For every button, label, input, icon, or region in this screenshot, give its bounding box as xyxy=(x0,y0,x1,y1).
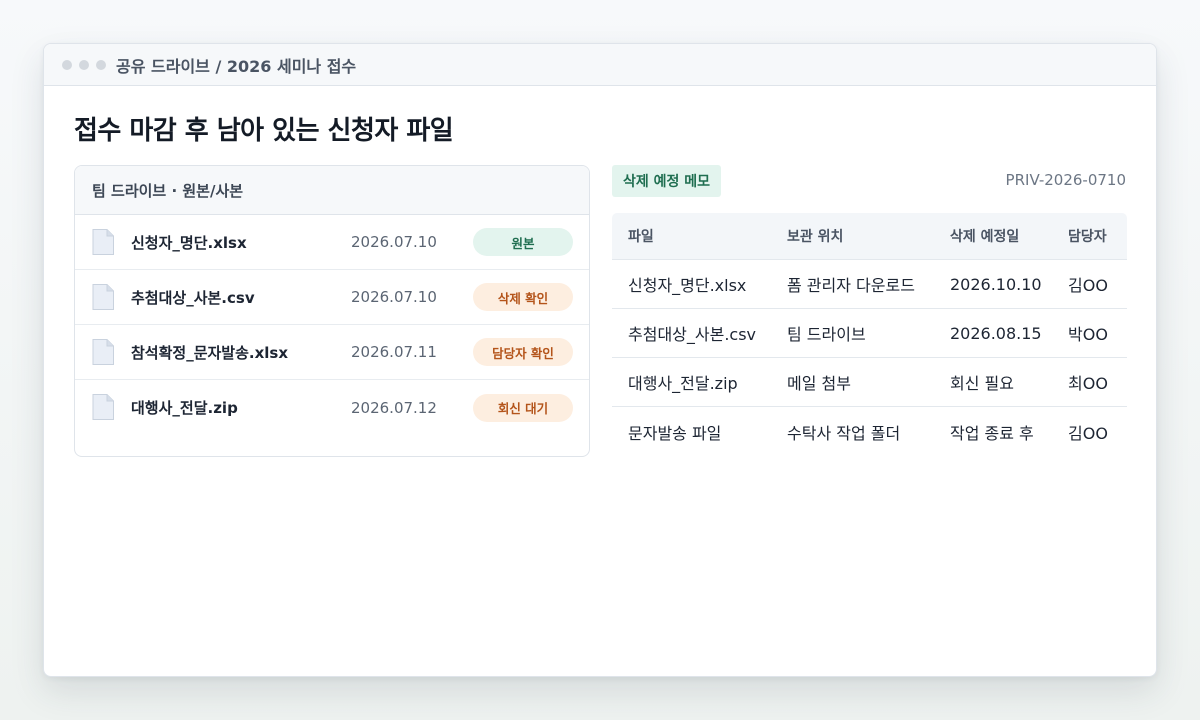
file-icon xyxy=(92,339,114,365)
file-row[interactable]: 참석확정_문자발송.xlsx 2026.07.11 담당자 확인 xyxy=(75,325,589,380)
file-icon xyxy=(92,284,114,310)
page-title: 접수 마감 후 남아 있는 신청자 파일 xyxy=(74,116,454,146)
status-badge: 원본 xyxy=(473,228,573,256)
drive-file-panel: 팀 드라이브 · 원본/사본 신청자_명단.xlsx 2026.07.10 원본… xyxy=(74,165,590,457)
file-name[interactable]: 추첨대상_사본.csv xyxy=(131,287,255,308)
memo-tag: 삭제 예정 메모 xyxy=(612,165,722,197)
cell-location: 메일 첨부 xyxy=(787,374,851,393)
minimize-window-button[interactable] xyxy=(79,59,89,70)
status-badge: 회신 대기 xyxy=(473,393,573,422)
maximize-window-button[interactable] xyxy=(96,59,106,70)
cell-owner: 최OO xyxy=(1068,374,1108,393)
status-badge: 담당자 확인 xyxy=(473,338,573,366)
table-header: 파일 보관 위치 삭제 예정일 담당자 xyxy=(612,213,1127,260)
document-id: PRIV-2026-0710 xyxy=(1005,171,1126,189)
breadcrumb[interactable]: 공유 드라이브 / 2026 세미나 접수 xyxy=(116,53,356,77)
window-controls xyxy=(62,59,106,70)
file-date: 2026.07.12 xyxy=(351,398,437,417)
cell-owner: 박OO xyxy=(1068,325,1108,344)
table-row: 추첨대상_사본.csv 팀 드라이브 2026.08.15 박OO xyxy=(612,309,1127,358)
panel-header: 팀 드라이브 · 원본/사본 xyxy=(75,166,589,215)
table-row: 대행사_전달.zip 메일 첨부 회신 필요 최OO xyxy=(612,358,1127,407)
close-window-button[interactable] xyxy=(62,59,72,70)
cell-file: 문자발송 파일 xyxy=(628,423,722,443)
cell-delete-date: 회신 필요 xyxy=(950,374,1014,393)
cell-delete-date: 2026.08.15 xyxy=(950,323,1042,343)
cell-owner: 김OO xyxy=(1068,276,1108,295)
cell-owner: 김OO xyxy=(1068,423,1108,443)
file-icon xyxy=(92,394,114,420)
file-row[interactable]: 신청자_명단.xlsx 2026.07.10 원본 xyxy=(75,215,589,270)
cell-delete-date: 작업 종료 후 xyxy=(950,423,1034,443)
column-header-delete-date: 삭제 예정일 xyxy=(950,229,1020,245)
cell-file: 추첨대상_사본.csv xyxy=(628,325,757,344)
table-row: 문자발송 파일 수탁사 작업 폴더 작업 종료 후 김OO xyxy=(612,407,1127,456)
status-badge: 삭제 확인 xyxy=(473,283,573,311)
cell-delete-date: 2026.10.10 xyxy=(950,274,1042,294)
cell-location: 폼 관리자 다운로드 xyxy=(787,276,915,295)
table-row: 신청자_명단.xlsx 폼 관리자 다운로드 2026.10.10 김OO xyxy=(612,260,1127,309)
cell-location: 팀 드라이브 xyxy=(787,325,866,344)
cell-location: 수탁사 작업 폴더 xyxy=(787,423,901,443)
file-date: 2026.07.11 xyxy=(351,343,437,361)
file-row[interactable]: 대행사_전달.zip 2026.07.12 회신 대기 xyxy=(75,380,589,435)
title-bar: 공유 드라이브 / 2026 세미나 접수 xyxy=(44,44,1156,86)
column-header-file: 파일 xyxy=(628,229,654,245)
file-name[interactable]: 참석확정_문자발송.xlsx xyxy=(131,342,288,363)
file-date: 2026.07.10 xyxy=(351,288,437,306)
file-row[interactable]: 추첨대상_사본.csv 2026.07.10 삭제 확인 xyxy=(75,270,589,325)
file-name[interactable]: 대행사_전달.zip xyxy=(131,397,238,418)
deletion-schedule-table: 파일 보관 위치 삭제 예정일 담당자 신청자_명단.xlsx 폼 관리자 다운… xyxy=(612,213,1127,456)
column-header-location: 보관 위치 xyxy=(787,229,844,245)
file-icon xyxy=(92,229,114,255)
file-date: 2026.07.10 xyxy=(351,233,437,251)
cell-file: 대행사_전달.zip xyxy=(628,374,738,393)
file-name[interactable]: 신청자_명단.xlsx xyxy=(131,232,247,253)
cell-file: 신청자_명단.xlsx xyxy=(628,276,747,295)
app-window: 공유 드라이브 / 2026 세미나 접수 접수 마감 후 남아 있는 신청자 … xyxy=(43,43,1157,677)
column-header-owner: 담당자 xyxy=(1068,229,1107,245)
